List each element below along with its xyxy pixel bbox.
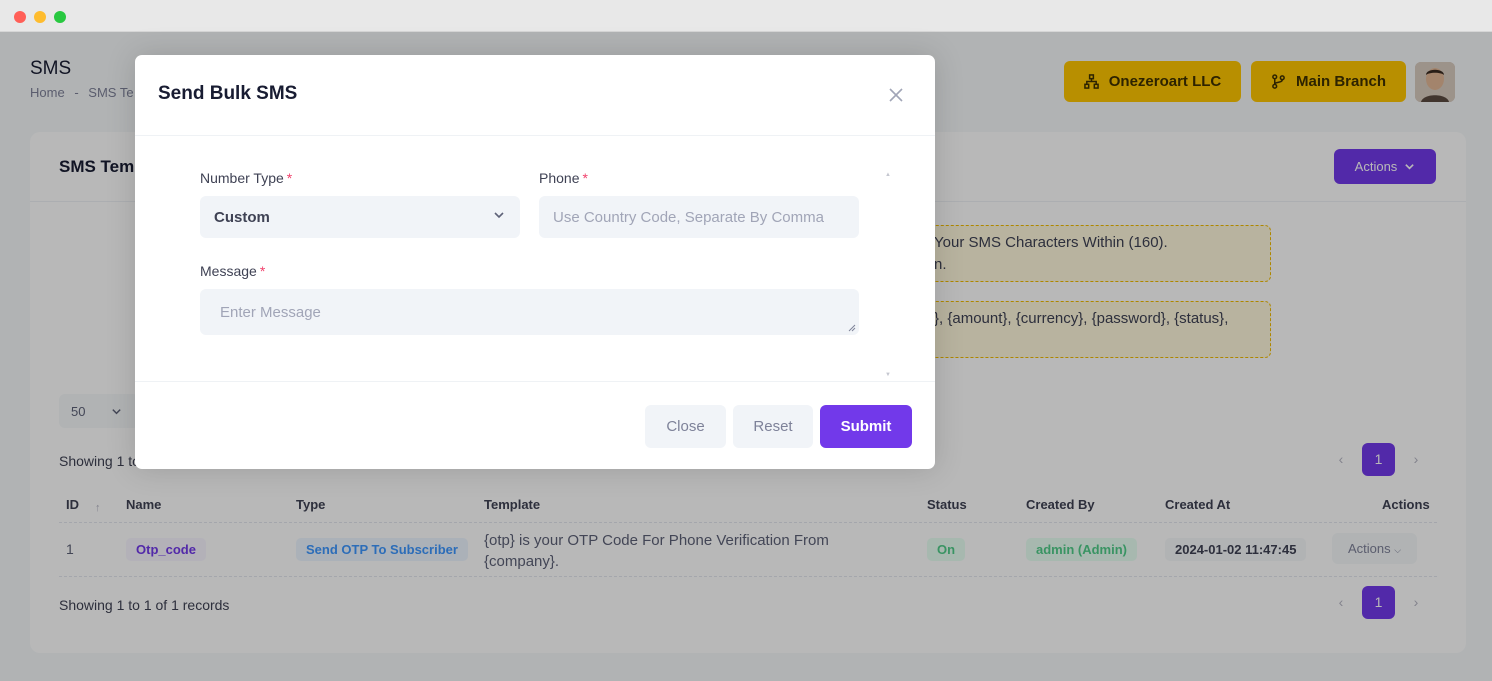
close-button[interactable]: Close (645, 405, 726, 448)
scroll-up-icon[interactable]: ▲ (885, 172, 891, 178)
reset-button[interactable]: Reset (733, 405, 813, 448)
modal-header: Send Bulk SMS (135, 55, 935, 136)
window-close-icon[interactable] (14, 11, 26, 23)
modal-footer: Close Reset Submit (135, 381, 935, 469)
phone-placeholder: Use Country Code, Separate By Comma (553, 208, 824, 226)
number-type-select[interactable]: Custom (200, 196, 520, 238)
message-label-text: Message (200, 263, 257, 279)
required-marker: * (582, 170, 588, 186)
number-type-label: Number Type * (200, 170, 292, 186)
modal-title: Send Bulk SMS (158, 83, 298, 104)
window-maximize-icon[interactable] (54, 11, 66, 23)
window-minimize-icon[interactable] (34, 11, 46, 23)
phone-input[interactable]: Use Country Code, Separate By Comma (539, 196, 859, 238)
required-marker: * (259, 263, 266, 279)
phone-label-text: Phone (539, 170, 580, 186)
chevron-down-icon (494, 212, 504, 219)
message-placeholder: Enter Message (220, 303, 321, 321)
submit-button[interactable]: Submit (820, 405, 912, 448)
close-icon[interactable] (886, 85, 906, 105)
number-type-value: Custom (214, 208, 270, 226)
modal-body: ▲ ▼ Number Type * Custom Phone * Use Count… (135, 136, 935, 381)
message-label: Message * (200, 263, 265, 279)
scroll-down-icon[interactable]: ▼ (885, 372, 891, 378)
number-type-label-text: Number Type (200, 170, 284, 186)
required-marker: * (286, 170, 293, 186)
message-textarea[interactable]: Enter Message (200, 289, 859, 335)
phone-label: Phone * (539, 170, 588, 186)
send-bulk-sms-modal: Send Bulk SMS ▲ ▼ Number Type * Custom Ph… (135, 55, 935, 469)
window-titlebar (0, 0, 1492, 32)
resize-handle-icon[interactable] (848, 324, 856, 332)
